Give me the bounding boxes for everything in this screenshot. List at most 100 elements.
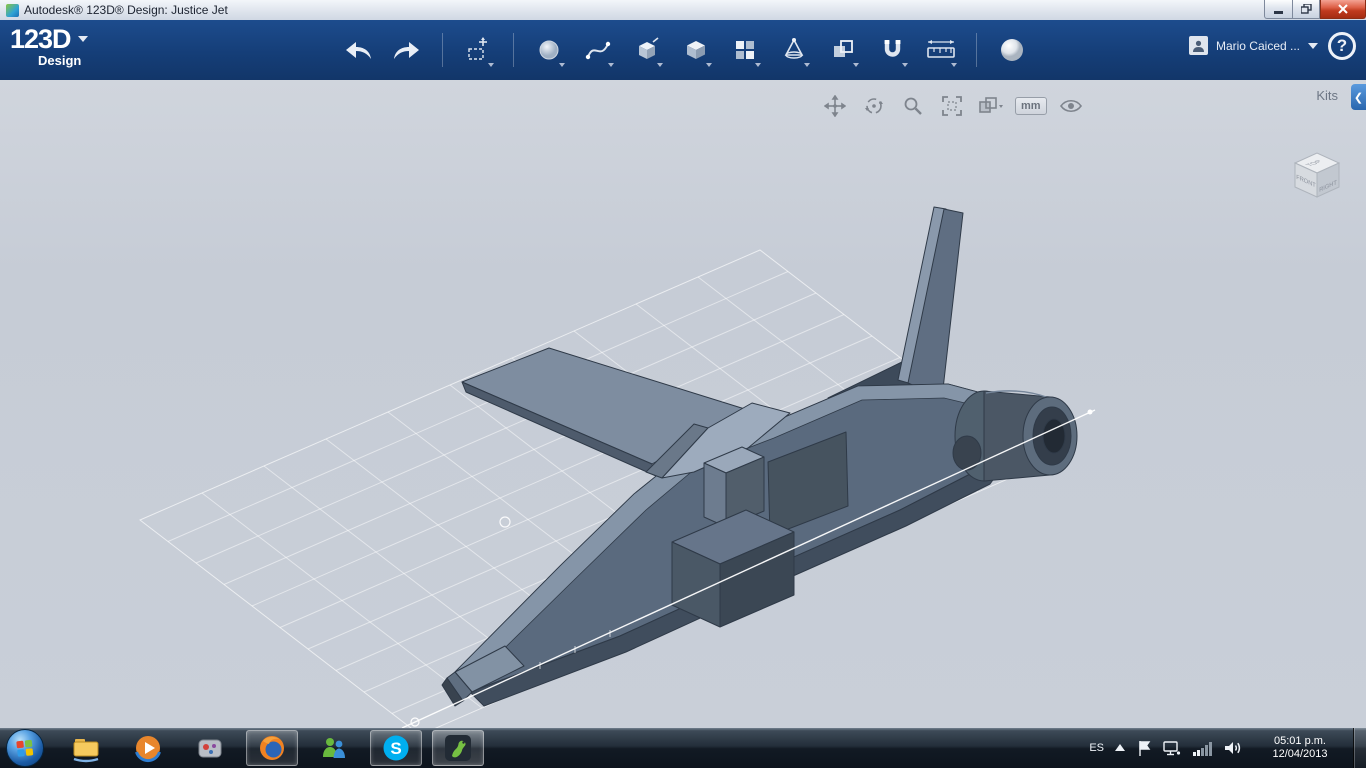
dropdown-caret-icon [902, 63, 908, 67]
skype-icon: S [383, 735, 409, 761]
undo-icon [346, 42, 371, 59]
view-navigation-bar: mm [820, 91, 1086, 121]
viewport-3d[interactable]: mm Kits ❮ TOP FRONT RIGHT [0, 80, 1366, 728]
fit-view-button[interactable] [937, 91, 967, 121]
taskbar-skype-button[interactable]: S [370, 730, 422, 766]
minimize-icon [1273, 10, 1283, 14]
show-desktop-button[interactable] [1353, 728, 1366, 768]
clock-date: 12/04/2013 [1272, 748, 1328, 760]
help-label: ? [1336, 36, 1348, 55]
avatar [1188, 36, 1208, 55]
action-center-flag-icon[interactable] [1136, 739, 1152, 757]
system-tray: ES 05:01 p.m. 12/04/2013 [1089, 728, 1366, 768]
solid-box-button[interactable] [678, 31, 714, 69]
transform-move-icon [468, 37, 487, 60]
taskbar-123d-design-button[interactable] [432, 730, 484, 766]
media-player-icon [135, 736, 161, 762]
show-hidden-icons-button[interactable] [1114, 743, 1126, 753]
app-window-icon [6, 3, 19, 17]
primitives-button[interactable] [531, 31, 567, 69]
windows-taskbar: S ES 05:01 p.m. 12/04/2013 [0, 728, 1366, 768]
chevron-down-icon [77, 36, 88, 42]
kits-collapse-tab[interactable]: ❮ [1351, 84, 1366, 110]
combine-button[interactable] [825, 31, 861, 69]
taskbar-clock[interactable]: 05:01 p.m. 12/04/2013 [1263, 735, 1337, 761]
minimize-button[interactable] [1264, 0, 1293, 19]
dropdown-caret-icon [951, 63, 957, 67]
display-settings-icon [979, 97, 1003, 113]
zoom-icon [904, 97, 922, 115]
model-canvas[interactable] [0, 80, 1366, 728]
toolbar-separator [513, 33, 514, 67]
signal-bars-icon[interactable] [1191, 739, 1213, 757]
sketch-spline-icon [585, 41, 611, 60]
close-button[interactable] [1320, 0, 1366, 19]
volume-icon[interactable] [1223, 739, 1243, 757]
language-indicator[interactable]: ES [1089, 742, 1104, 754]
measure-ruler-icon [927, 40, 955, 58]
measure-button[interactable] [923, 31, 959, 69]
redo-icon [394, 42, 419, 59]
toolbar-separator [442, 33, 443, 67]
close-icon [1338, 4, 1348, 14]
taskbar-explorer-button[interactable] [60, 730, 112, 766]
taskbar-palette-app-button[interactable] [184, 730, 236, 766]
start-button[interactable] [6, 729, 44, 767]
orbit-icon [865, 98, 883, 114]
dropdown-caret-icon [657, 63, 663, 67]
skype-letter: S [390, 739, 401, 758]
display-settings-button[interactable] [976, 91, 1006, 121]
pattern-button[interactable] [727, 31, 763, 69]
primitives-sphere-icon [539, 40, 559, 60]
logo-123d: 123D [10, 24, 72, 54]
taskbar-messenger-button[interactable] [308, 730, 360, 766]
design-app-gecko-icon [445, 735, 471, 761]
user-icon [1192, 40, 1204, 52]
units-button[interactable]: mm [1015, 97, 1047, 115]
snap-button[interactable] [874, 31, 910, 69]
user-account-menu[interactable]: Mario Caiced ... [1188, 36, 1318, 55]
network-icon[interactable] [1162, 739, 1181, 757]
construct-cone-icon [784, 38, 804, 59]
logo-design: Design [38, 53, 82, 68]
solid-box-icon [687, 41, 705, 59]
taskbar-media-player-button[interactable] [122, 730, 174, 766]
pattern-grid-icon [736, 41, 754, 59]
undo-button[interactable] [340, 31, 376, 69]
help-button[interactable]: ? [1328, 32, 1356, 60]
construct-button[interactable] [776, 31, 812, 69]
windows-explorer-icon [73, 739, 99, 763]
orbit-button[interactable] [859, 91, 889, 121]
jet-model[interactable] [441, 206, 1078, 707]
chevron-down-icon [1308, 42, 1318, 49]
material-button[interactable] [994, 31, 1030, 69]
transform-button[interactable] [460, 31, 496, 69]
clock-time: 05:01 p.m. [1274, 735, 1326, 747]
dropdown-caret-icon [488, 63, 494, 67]
taskbar-firefox-button[interactable] [246, 730, 298, 766]
app-menu[interactable]: 123D Design [10, 26, 88, 68]
tweak-cube-icon [639, 37, 659, 59]
redo-button[interactable] [389, 31, 425, 69]
dropdown-caret-icon [804, 63, 810, 67]
kits-panel-label[interactable]: Kits [1316, 88, 1338, 103]
user-name: Mario Caiced ... [1215, 38, 1300, 53]
visibility-button[interactable] [1056, 91, 1086, 121]
sketch-button[interactable] [580, 31, 616, 69]
combine-cubes-icon [834, 40, 853, 57]
dropdown-caret-icon [755, 63, 761, 67]
tweak-button[interactable] [629, 31, 665, 69]
restore-icon [1300, 4, 1312, 14]
zoom-button[interactable] [898, 91, 928, 121]
snap-magnet-icon [884, 40, 901, 57]
view-cube[interactable]: TOP FRONT RIGHT [1286, 144, 1350, 208]
firefox-icon [260, 736, 284, 760]
restore-button[interactable] [1293, 0, 1320, 19]
modeling-toolbar [340, 31, 1030, 69]
dropdown-caret-icon [608, 63, 614, 67]
messenger-buddies-icon [323, 738, 345, 758]
palette-app-icon [198, 739, 222, 758]
window-controls [1264, 0, 1366, 19]
toolbar-separator [976, 33, 977, 67]
pan-button[interactable] [820, 91, 850, 121]
